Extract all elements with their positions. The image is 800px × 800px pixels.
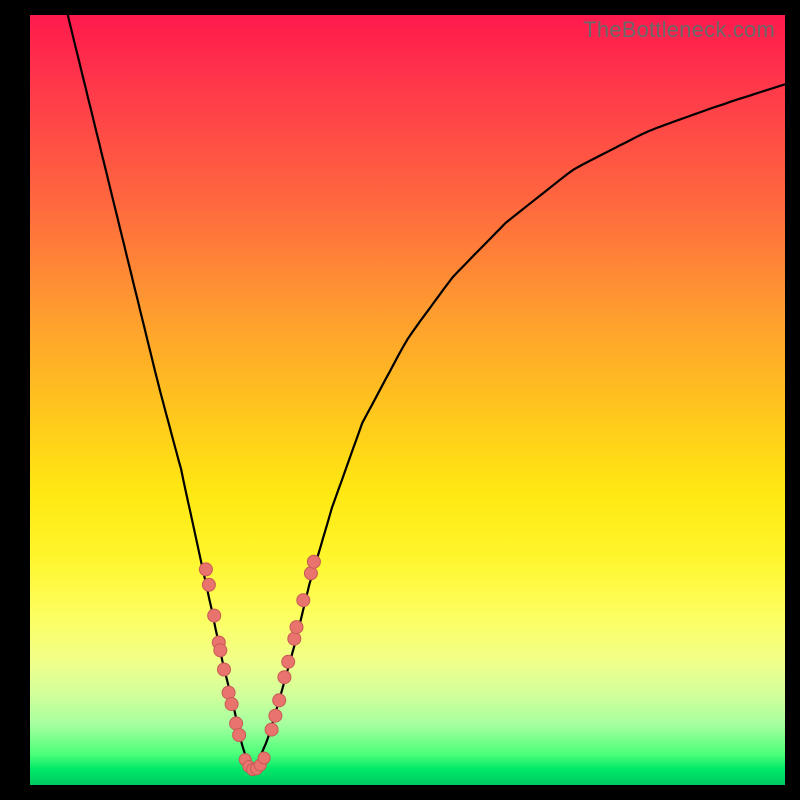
data-point: [258, 752, 270, 764]
data-point: [273, 694, 286, 707]
chart-frame: TheBottleneck.com: [30, 15, 785, 785]
data-point: [225, 698, 238, 711]
data-point: [233, 729, 246, 742]
data-point: [269, 709, 282, 722]
data-point: [265, 723, 278, 736]
data-point: [199, 563, 212, 576]
data-point: [288, 632, 301, 645]
data-point: [307, 555, 320, 568]
data-points: [199, 555, 320, 775]
data-point: [304, 567, 317, 580]
data-point: [202, 578, 215, 591]
bottleneck-curve: [68, 15, 785, 769]
chart-svg: [30, 15, 785, 785]
data-point: [230, 717, 243, 730]
data-point: [297, 594, 310, 607]
data-point: [282, 655, 295, 668]
data-point: [214, 644, 227, 657]
data-point: [208, 609, 221, 622]
data-point: [218, 663, 231, 676]
watermark-text: TheBottleneck.com: [583, 17, 775, 43]
data-point: [290, 621, 303, 634]
data-point: [278, 671, 291, 684]
data-point: [222, 686, 235, 699]
